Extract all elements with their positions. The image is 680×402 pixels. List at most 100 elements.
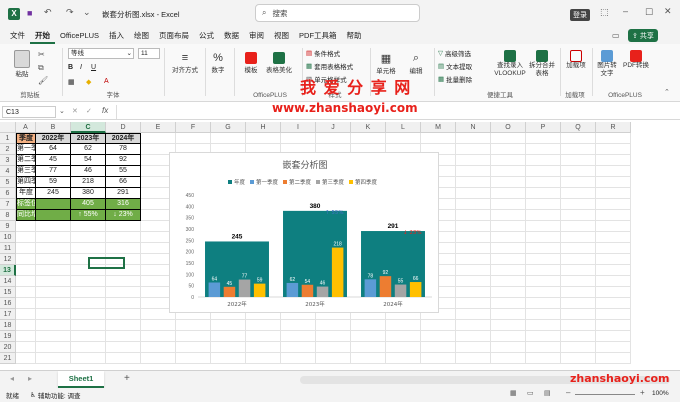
cell[interactable] (596, 177, 631, 188)
growth-cell[interactable]: ↓ 23% (106, 210, 141, 221)
cell[interactable] (71, 287, 106, 298)
cell[interactable] (526, 276, 561, 287)
menu-item-7[interactable]: 数据 (219, 28, 244, 44)
zoom-in-icon[interactable]: + (640, 388, 645, 397)
menu-item-0[interactable]: 文件 (5, 28, 30, 44)
label-position-cell[interactable]: 标签位置 (16, 199, 36, 210)
cell[interactable] (141, 342, 176, 353)
cell[interactable] (106, 331, 141, 342)
table-cell[interactable]: 第一季度 (16, 144, 36, 155)
cell[interactable] (456, 232, 491, 243)
cell[interactable] (456, 265, 491, 276)
cell[interactable] (71, 232, 106, 243)
cell[interactable] (211, 133, 246, 144)
cell[interactable] (106, 287, 141, 298)
cell[interactable] (456, 177, 491, 188)
cell[interactable] (526, 210, 561, 221)
table-cell[interactable]: 年度 (16, 188, 36, 199)
cell[interactable] (281, 342, 316, 353)
cell[interactable] (106, 243, 141, 254)
cell[interactable] (596, 342, 631, 353)
sheet-prev-icon[interactable]: ◂ (10, 374, 14, 383)
cell[interactable] (526, 320, 561, 331)
cell[interactable] (36, 265, 71, 276)
row-header-3[interactable]: 3 (0, 155, 16, 166)
row-header-8[interactable]: 8 (0, 210, 16, 221)
cell[interactable] (596, 133, 631, 144)
cell[interactable] (526, 221, 561, 232)
cell[interactable] (456, 287, 491, 298)
cell[interactable] (526, 287, 561, 298)
cell[interactable] (491, 243, 526, 254)
italic-button[interactable]: I (80, 64, 82, 71)
cell[interactable] (561, 353, 596, 364)
table-cell[interactable]: 46 (71, 166, 106, 177)
nested-analysis-chart[interactable]: 嵌套分析图 年度 第一季度 第二季度 第三季度 第四季度 0 50 100 150 200 250… (169, 152, 439, 313)
cell[interactable] (456, 155, 491, 166)
cell[interactable] (16, 221, 36, 232)
cell[interactable] (71, 221, 106, 232)
cell[interactable] (351, 331, 386, 342)
growth-cell[interactable]: 同比增长 (16, 210, 36, 221)
cell[interactable] (526, 298, 561, 309)
adv-filter-button[interactable]: ▽ 高级筛选 (438, 48, 471, 58)
cells-button[interactable]: ▦ 单元格 (374, 52, 398, 75)
table-cell[interactable]: 45 (36, 155, 71, 166)
accessibility-status[interactable]: ♿ 辅助功能: 调查 (30, 390, 80, 400)
cell[interactable] (211, 331, 246, 342)
col-header-N[interactable]: N (456, 122, 491, 133)
cell[interactable] (351, 133, 386, 144)
cell[interactable] (561, 155, 596, 166)
cell[interactable] (456, 144, 491, 155)
align-button[interactable]: ≡ 对齐方式 (168, 52, 202, 74)
cell[interactable] (386, 331, 421, 342)
menu-item-8[interactable]: 审阅 (244, 28, 269, 44)
cell[interactable] (106, 298, 141, 309)
select-all-corner[interactable] (0, 122, 16, 133)
cell[interactable] (246, 353, 281, 364)
table-cell[interactable]: 66 (106, 177, 141, 188)
cell[interactable] (351, 342, 386, 353)
cell[interactable] (71, 320, 106, 331)
cell[interactable] (456, 331, 491, 342)
cell[interactable] (491, 320, 526, 331)
row-header-2[interactable]: 2 (0, 144, 16, 155)
cell[interactable] (561, 133, 596, 144)
img-to-text-button[interactable]: 图片转文字 (596, 50, 618, 78)
menu-item-6[interactable]: 公式 (194, 28, 219, 44)
cell[interactable] (16, 331, 36, 342)
cell[interactable] (281, 133, 316, 144)
cell[interactable] (176, 331, 211, 342)
table-header-cell[interactable]: 2023年 (71, 133, 106, 144)
cell[interactable] (456, 199, 491, 210)
label-position-cell[interactable]: 316 (106, 199, 141, 210)
font-name-select[interactable]: 等线 ⌄ (68, 48, 134, 59)
minimize-icon[interactable]: – (623, 6, 628, 16)
cell[interactable] (456, 221, 491, 232)
cut-icon[interactable]: ✂ (38, 50, 45, 59)
cell[interactable] (596, 210, 631, 221)
cell[interactable] (351, 320, 386, 331)
cell[interactable] (386, 320, 421, 331)
table-cell[interactable]: 第二季度 (16, 155, 36, 166)
cell[interactable] (36, 353, 71, 364)
cell[interactable] (316, 353, 351, 364)
cell[interactable] (561, 320, 596, 331)
menu-item-3[interactable]: 插入 (104, 28, 129, 44)
spreadsheet-grid[interactable]: ABCDEFGHIJKLMNOPQR 1 2 3 4 5 6 7 8 9 10 11 12 13 14 15… (0, 122, 680, 370)
col-header-C[interactable]: C (71, 122, 106, 133)
underline-button[interactable]: U (91, 64, 96, 71)
search-box[interactable]: ⌕ 搜索 (255, 4, 420, 22)
cell[interactable] (491, 221, 526, 232)
cell[interactable] (491, 331, 526, 342)
zoom-level[interactable]: 100% (652, 390, 669, 397)
login-button[interactable]: 登录 (570, 9, 590, 21)
cell[interactable] (456, 342, 491, 353)
save-icon[interactable]: ■ (27, 8, 32, 18)
cell[interactable] (491, 298, 526, 309)
row-header-10[interactable]: 10 (0, 232, 16, 243)
col-header-Q[interactable]: Q (561, 122, 596, 133)
cell[interactable] (491, 309, 526, 320)
row-header-11[interactable]: 11 (0, 243, 16, 254)
growth-cell[interactable] (36, 210, 71, 221)
